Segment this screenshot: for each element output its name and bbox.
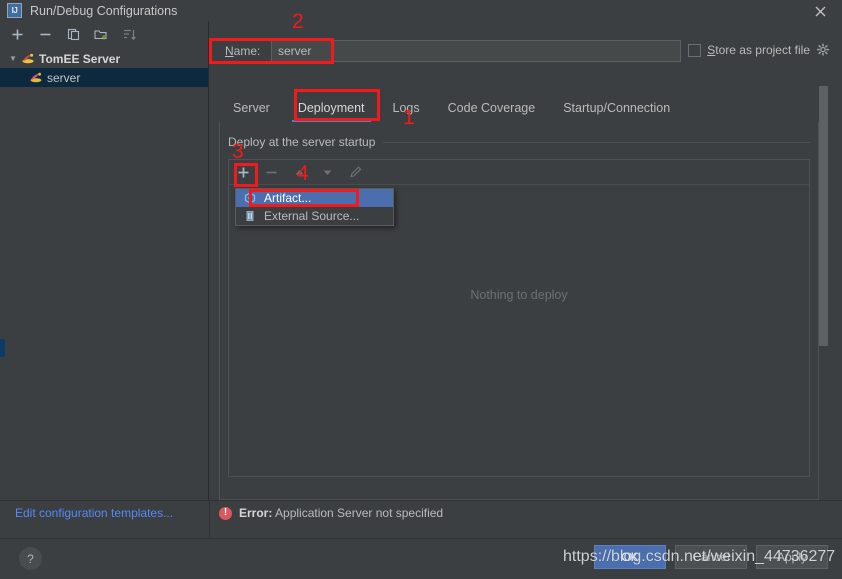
sort-configurations-button[interactable] [121, 26, 137, 42]
dropdown-item-artifact-label: Artifact... [264, 191, 312, 205]
add-deployment-dropdown: Artifact... External Source... [235, 188, 394, 226]
nothing-to-deploy-text: Nothing to deploy [470, 288, 568, 302]
tomee-icon [20, 51, 37, 67]
tab-server[interactable]: Server [219, 94, 284, 122]
dropdown-item-artifact[interactable]: Artifact... [236, 189, 393, 207]
external-source-icon [243, 209, 257, 223]
artifact-icon [243, 191, 257, 205]
save-configuration-button[interactable] [93, 26, 109, 42]
gear-icon[interactable] [816, 43, 830, 57]
window-title: Run/Debug Configurations [30, 3, 178, 18]
deploy-section-header: Deploy at the server startup [220, 130, 818, 154]
configurations-tree: ▼ TomEE Server server [0, 47, 208, 87]
store-as-project-file-checkbox[interactable] [688, 43, 702, 57]
deploy-section-title: Deploy at the server startup [228, 135, 376, 149]
titlebar: IJ Run/Debug Configurations [0, 0, 842, 21]
dropdown-item-external-source[interactable]: External Source... [236, 207, 393, 225]
vertical-scrollbar[interactable] [819, 86, 828, 498]
run-debug-configurations-dialog: IJ Run/Debug Configurations ▼ TomEE Serv… [0, 0, 842, 579]
store-as-project-file-label: Store as project file [707, 43, 810, 57]
close-icon[interactable] [808, 0, 832, 22]
section-divider [383, 141, 810, 143]
copy-configuration-button[interactable] [65, 26, 81, 42]
tree-item-label: server [47, 70, 81, 85]
ok-button[interactable]: OK [594, 545, 666, 569]
tab-startup-connection[interactable]: Startup/Connection [549, 94, 684, 122]
error-text: Error: Application Server not specified [239, 506, 443, 520]
error-icon: ! [219, 506, 232, 520]
name-label-rest: ame: [233, 44, 261, 58]
move-down-button[interactable] [319, 164, 336, 181]
dialog-button-bar: ? OK Cancel Apply [0, 539, 842, 579]
scrollbar-thumb[interactable] [819, 86, 828, 346]
status-badge: ! Error: Application Server not specifie… [219, 506, 443, 520]
name-label-mnemonic: N [225, 44, 234, 58]
edit-deployment-button[interactable] [347, 164, 364, 181]
status-vertical-divider [209, 500, 210, 538]
move-up-button[interactable] [291, 164, 308, 181]
scroll-position-marker [0, 339, 5, 357]
status-divider [0, 500, 842, 501]
error-message: Application Server not specified [275, 506, 444, 520]
configurations-toolbar [0, 21, 208, 47]
tree-group-tomee-server[interactable]: ▼ TomEE Server [0, 49, 208, 68]
remove-configuration-button[interactable] [37, 26, 53, 42]
cancel-button[interactable]: Cancel [675, 545, 747, 569]
add-deployment-button[interactable] [235, 164, 252, 181]
add-configuration-button[interactable] [9, 26, 25, 42]
remove-deployment-button[interactable] [263, 164, 280, 181]
store-as-project-file-row[interactable]: Store as project file [688, 43, 830, 57]
tab-code-coverage[interactable]: Code Coverage [434, 94, 550, 122]
apply-button[interactable]: Apply [756, 545, 828, 569]
configurations-panel: ▼ TomEE Server server [0, 21, 209, 500]
deployment-toolbar [229, 160, 809, 185]
dropdown-item-external-source-label: External Source... [264, 209, 360, 223]
tab-logs[interactable]: Logs [379, 94, 434, 122]
tab-deployment[interactable]: Deployment [284, 94, 379, 122]
error-prefix: Error: [239, 506, 273, 520]
tomee-icon [28, 70, 45, 86]
help-button[interactable]: ? [19, 547, 42, 570]
deployment-tab-panel: Deploy at the server startup Nothing to … [219, 122, 819, 500]
configuration-tabs: Server Deployment Logs Code Coverage Sta… [219, 92, 819, 122]
intellij-logo-icon: IJ [7, 3, 22, 18]
tree-group-label: TomEE Server [39, 51, 121, 66]
dialog-actions: OK Cancel Apply [594, 545, 828, 569]
name-label: Name: [219, 44, 271, 58]
chevron-down-icon[interactable]: ▼ [6, 54, 20, 63]
edit-configuration-templates-link[interactable]: Edit configuration templates... [15, 506, 173, 520]
tree-item-server[interactable]: server [0, 68, 208, 87]
name-input[interactable] [271, 40, 681, 62]
